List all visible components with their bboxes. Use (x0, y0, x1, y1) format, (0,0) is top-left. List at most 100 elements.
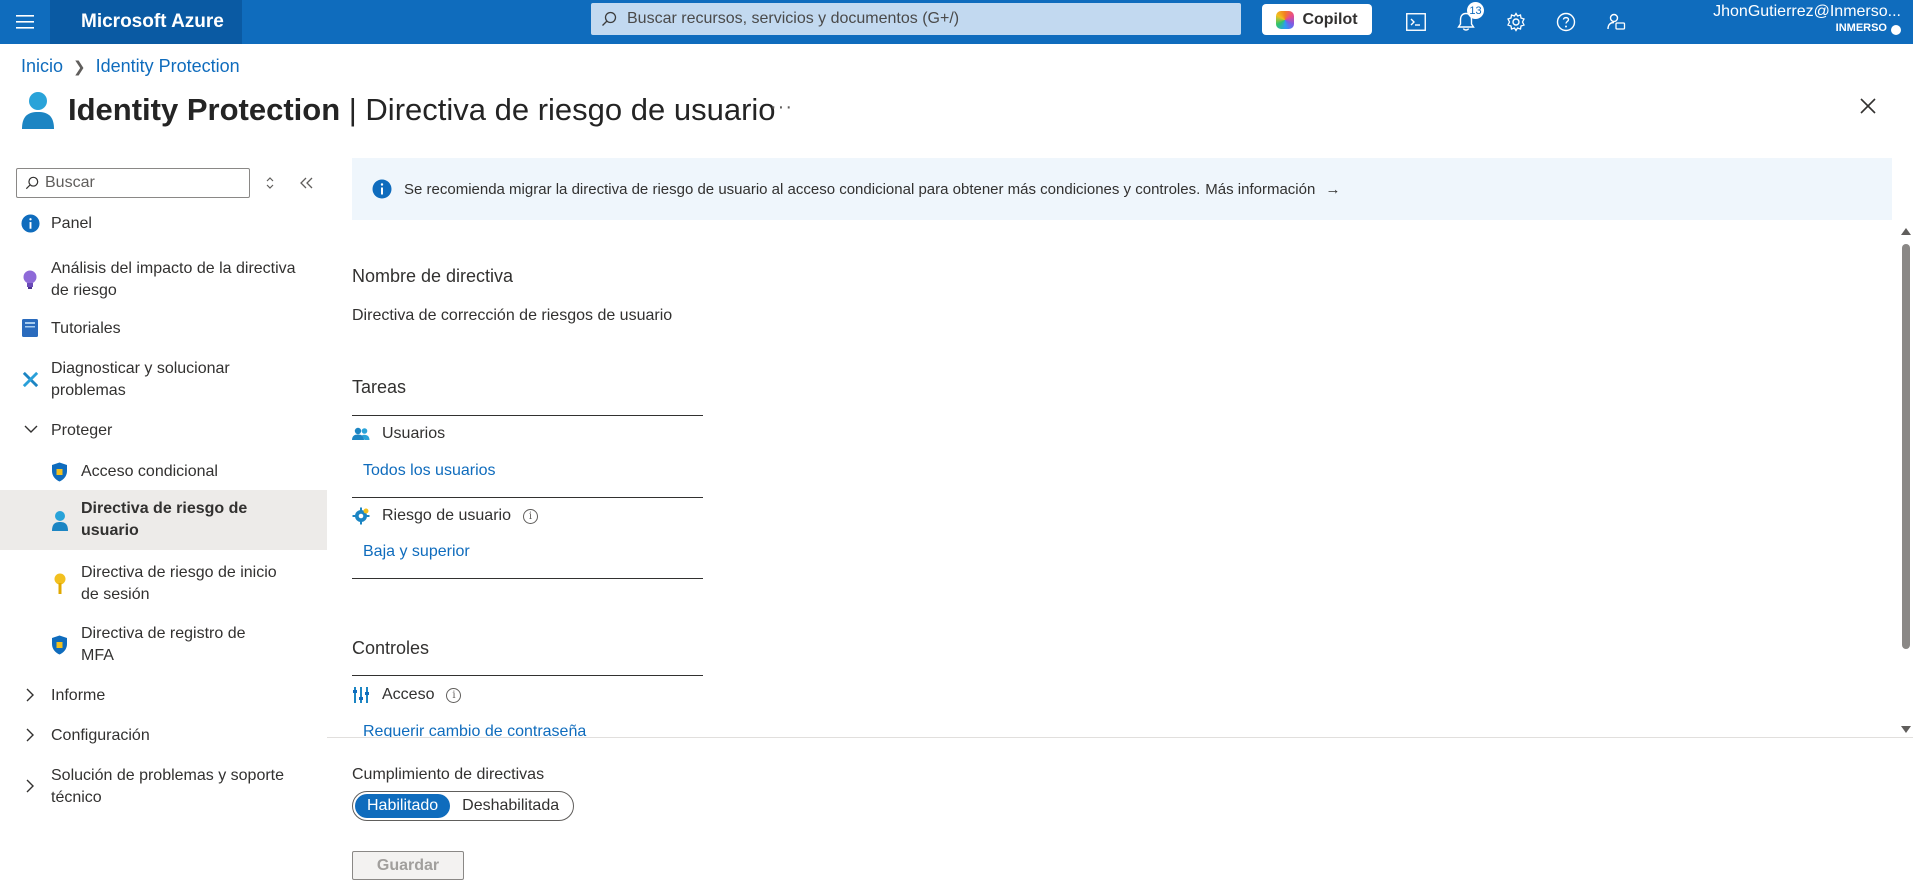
divider (352, 415, 703, 416)
sidebar-item-label: Diagnosticar y solucionar problemas (51, 360, 230, 399)
user-risk-row-header: Riesgo de usuario i (352, 507, 538, 525)
sidebar-item-label: Acceso condicional (81, 463, 218, 480)
divider (352, 497, 703, 498)
top-bar: Microsoft Azure Copilot 13 JhonGutierrez… (0, 0, 1913, 44)
sidebar-item-signin-risk-policy[interactable]: Directiva de riesgo de inicio de sesión (0, 560, 327, 608)
sidebar-item-tutorials[interactable]: Tutoriales (0, 316, 327, 342)
chevron-right-icon (26, 728, 35, 742)
more-options-button[interactable]: ··· (770, 96, 793, 119)
copilot-label: Copilot (1302, 10, 1358, 28)
global-search-input[interactable] (627, 10, 1227, 28)
sidebar-group-protect[interactable]: Proteger (0, 418, 327, 444)
sort-icon[interactable] (259, 172, 281, 194)
policy-name-value: Directiva de corrección de riesgos de us… (352, 307, 673, 324)
cloud-shell-icon[interactable] (1391, 0, 1441, 44)
page-title-page: Directiva de riesgo de usuario (365, 92, 776, 127)
content-scrollbar[interactable] (1899, 222, 1913, 737)
menu-icon[interactable] (0, 0, 50, 44)
users-row-header: Usuarios (352, 425, 445, 443)
sidebar-search-input[interactable] (45, 174, 235, 192)
user-risk-icon (22, 92, 54, 129)
user-icon (51, 510, 69, 532)
access-row-header: Acceso i (352, 686, 462, 704)
access-label: Acceso (382, 686, 435, 703)
sidebar-group-report[interactable]: Informe (0, 683, 327, 709)
page-title: Identity Protection | Directiva de riesg… (68, 92, 776, 128)
banner-text: Se recomienda migrar la directiva de rie… (404, 180, 1201, 198)
page-title-service: Identity Protection (68, 92, 341, 127)
scroll-down-icon[interactable] (1901, 726, 1911, 733)
enabled-option[interactable]: Habilitado (355, 794, 451, 818)
sidebar-item-panel[interactable]: Panel (0, 212, 327, 236)
info-banner: Se recomienda migrar la directiva de rie… (352, 158, 1892, 220)
access-control-link[interactable]: Requerir cambio de contraseña (363, 723, 586, 737)
footer-divider (327, 737, 1913, 738)
sidebar: Panel Análisis del impacto de la directi… (0, 160, 327, 886)
info-icon (21, 214, 40, 233)
account-menu[interactable]: JhonGutierrez@Inmerso... INMERSO (1713, 3, 1901, 35)
users-assignment-link[interactable]: Todos los usuarios (363, 462, 496, 480)
sidebar-item-mfa-registration-policy[interactable]: Directiva de registro de MFA (0, 621, 327, 669)
divider (352, 675, 703, 676)
gear-icon[interactable] (1491, 0, 1541, 44)
info-icon (372, 179, 392, 199)
sidebar-item-diagnose[interactable]: Diagnosticar y solucionar problemas (0, 356, 327, 404)
breadcrumb-home[interactable]: Inicio (21, 56, 63, 77)
sidebar-item-label: Análisis del impacto de la directiva de … (51, 260, 296, 299)
arrow-right-icon: → (1325, 180, 1341, 198)
copilot-icon (1276, 10, 1295, 29)
wrench-icon (21, 370, 40, 389)
user-risk-level-link[interactable]: Baja y superior (363, 543, 470, 561)
sidebar-search[interactable] (16, 168, 250, 198)
shield-icon (51, 635, 68, 655)
sidebar-item-label: Directiva de riesgo de inicio de sesión (81, 564, 277, 603)
sidebar-group-settings[interactable]: Configuración (0, 723, 327, 749)
scroll-up-icon[interactable] (1901, 228, 1911, 235)
breadcrumb: Inicio ❯ Identity Protection (21, 56, 240, 77)
policy-enforcement-label: Cumplimiento de directivas (352, 766, 545, 783)
info-tooltip-icon[interactable]: i (522, 508, 538, 524)
save-button[interactable]: Guardar (352, 851, 464, 880)
close-icon[interactable] (1858, 96, 1884, 122)
user-risk-label: Riesgo de usuario (382, 507, 511, 524)
copilot-button[interactable]: Copilot (1262, 4, 1372, 35)
policy-content: Nombre de directiva Directiva de correcc… (352, 220, 1892, 737)
feedback-icon[interactable] (1591, 0, 1641, 44)
sidebar-item-label: Directiva de riesgo de usuario (81, 500, 248, 539)
key-icon (53, 573, 67, 595)
search-icon (602, 11, 617, 26)
learn-more-link[interactable]: Más información → (1205, 181, 1340, 198)
shield-icon (51, 462, 68, 482)
sidebar-item-label: Directiva de registro de MFA (81, 625, 246, 664)
bell-icon[interactable]: 13 (1441, 0, 1491, 44)
book-icon (22, 319, 38, 337)
account-tenant: INMERSO (1835, 22, 1887, 34)
sidebar-item-user-risk-policy[interactable]: Directiva de riesgo de usuario (0, 490, 327, 550)
collapse-sidebar-icon[interactable] (296, 172, 318, 194)
global-search[interactable] (591, 3, 1241, 35)
users-icon (352, 425, 370, 443)
info-tooltip-icon[interactable]: i (446, 687, 462, 703)
help-icon[interactable] (1541, 0, 1591, 44)
chevron-right-icon (26, 688, 35, 702)
sidebar-item-label: Panel (51, 215, 92, 232)
sidebar-item-label: Configuración (51, 727, 150, 744)
account-lock-icon (1891, 25, 1901, 35)
sidebar-item-label: Informe (51, 687, 106, 704)
chevron-down-icon (24, 425, 38, 434)
sidebar-item-conditional-access[interactable]: Acceso condicional (0, 459, 327, 485)
sidebar-item-label: Proteger (51, 422, 113, 439)
controls-label: Controles (352, 638, 430, 658)
chevron-right-icon: ❯ (73, 58, 86, 76)
disabled-option[interactable]: Deshabilitada (450, 794, 571, 818)
policy-enforcement-toggle: Habilitado Deshabilitada (352, 791, 575, 821)
breadcrumb-identity-protection[interactable]: Identity Protection (96, 56, 240, 77)
page-header: Identity Protection | Directiva de riesg… (20, 90, 776, 130)
scroll-thumb[interactable] (1902, 244, 1910, 649)
divider (352, 578, 703, 579)
brand-logo[interactable]: Microsoft Azure (50, 0, 242, 44)
sidebar-item-impact-analysis[interactable]: Análisis del impacto de la directiva de … (0, 256, 327, 304)
sidebar-group-troubleshooting[interactable]: Solución de problemas y soporte técnico (0, 763, 327, 811)
user-risk-gear-icon (352, 507, 370, 525)
search-icon (25, 176, 39, 190)
